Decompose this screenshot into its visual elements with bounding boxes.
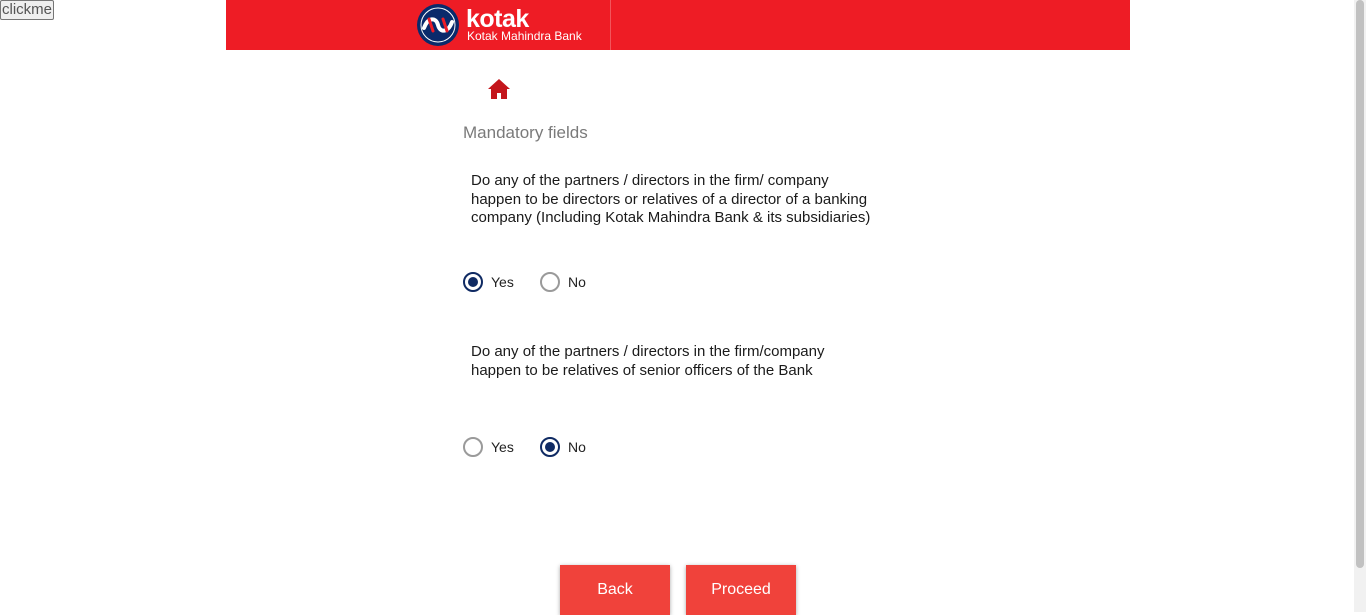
mandatory-fields-heading: Mandatory fields: [463, 123, 588, 142]
kotak-logo-mark-icon: [417, 4, 459, 46]
brand-subtitle: Kotak Mahindra Bank: [467, 29, 582, 43]
radio-q1-yes-circle[interactable]: [463, 272, 483, 292]
radio-q2-no[interactable]: No: [540, 434, 586, 460]
radio-q1-no[interactable]: No: [540, 269, 586, 295]
vertical-scrollbar[interactable]: [1354, 0, 1366, 612]
header-bar: kotak Kotak Mahindra Bank: [226, 0, 1130, 50]
radio-q1-no-circle[interactable]: [540, 272, 560, 292]
radio-q1-yes-label: Yes: [491, 274, 514, 290]
clickme-button[interactable]: clickme: [0, 0, 55, 20]
radio-q1-yes[interactable]: Yes: [463, 269, 514, 295]
header-divider: [610, 0, 611, 50]
radio-q2-yes[interactable]: Yes: [463, 434, 514, 460]
scrollbar-thumb[interactable]: [1356, 0, 1364, 568]
back-button[interactable]: Back: [560, 565, 670, 615]
radio-q2-yes-circle[interactable]: [463, 437, 483, 457]
question-senior-officers-relatives: Do any of the partners / directors in th…: [471, 343, 825, 379]
radio-q2-yes-label: Yes: [491, 439, 514, 455]
kotak-logo[interactable]: kotak Kotak Mahindra Bank: [416, 3, 586, 47]
proceed-button[interactable]: Proceed: [686, 565, 796, 615]
radio-q1-no-label: No: [568, 274, 586, 290]
question-directors-relatives: Do any of the partners / directors in th…: [471, 172, 871, 226]
home-icon[interactable]: [487, 78, 511, 100]
radio-q2-no-circle[interactable]: [540, 437, 560, 457]
radio-q2-no-label: No: [568, 439, 586, 455]
